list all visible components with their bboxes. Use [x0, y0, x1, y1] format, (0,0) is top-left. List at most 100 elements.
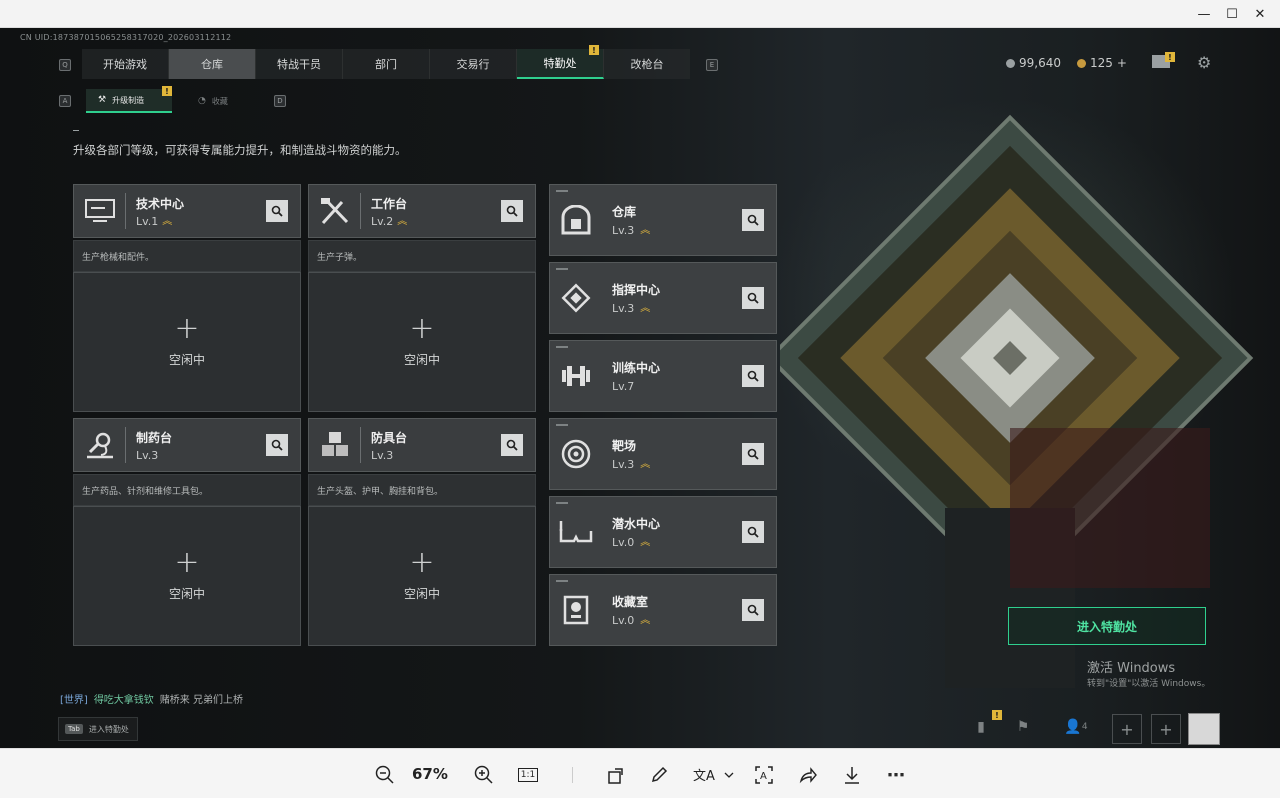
idle-slot[interactable]: + 空闲中: [73, 272, 301, 412]
zoom-in-icon[interactable]: [471, 762, 497, 788]
tab-special-ops[interactable]: 特勤处 !: [517, 45, 604, 79]
add-gold-button[interactable]: +: [1117, 56, 1127, 70]
tools-icon: [309, 193, 361, 229]
card-header: 技术中心 Lv.1 ︽: [73, 184, 301, 238]
friends-button[interactable]: 👤 4: [1058, 712, 1094, 742]
collection-icon: ◔: [198, 96, 206, 106]
tab-department[interactable]: 部门: [343, 49, 430, 79]
search-icon[interactable]: [501, 434, 523, 456]
enter-special-ops-button[interactable]: 进入特勤处: [1008, 607, 1206, 645]
chat-channel: [世界]: [60, 695, 88, 706]
tab-trading[interactable]: 交易行: [430, 49, 517, 79]
subtab-upgrade[interactable]: ⚒ 升级制造: [86, 89, 172, 113]
tab-operators[interactable]: 特战干员: [256, 49, 343, 79]
level-up-icon: ︽: [640, 459, 651, 470]
tab-warehouse[interactable]: 仓库: [169, 49, 256, 79]
card-header: 工作台 Lv.2 ︽: [308, 184, 536, 238]
player-uid: CN UID:1873870150652583170​20_2026031121…: [20, 33, 232, 42]
search-icon[interactable]: [266, 434, 288, 456]
card-collection-room[interactable]: 收藏室 Lv.0 ︽: [549, 574, 777, 646]
toolbar-divider: [572, 767, 573, 783]
card-title: 技术中心: [136, 196, 185, 211]
card-title: 制药台: [136, 430, 173, 445]
plus-icon: +: [409, 310, 435, 346]
chat-message: 赌桥来 兄弟们上桥: [159, 695, 243, 706]
rotate-icon[interactable]: [603, 762, 629, 788]
subtab-alert-badge: !: [162, 86, 172, 96]
upgrade-icon: ⚒: [98, 95, 107, 105]
tab-hint-label: 进入特勤处: [88, 724, 129, 734]
search-icon[interactable]: [742, 365, 764, 387]
more-options-icon[interactable]: ⋯: [883, 762, 909, 788]
edit-icon[interactable]: [646, 762, 672, 788]
card-level: Lv.0: [612, 536, 635, 549]
search-icon[interactable]: [742, 443, 764, 465]
card-level: Lv.7: [612, 380, 635, 393]
card-title: 靶场: [612, 439, 637, 453]
avatar[interactable]: [1188, 713, 1220, 745]
trophy-icon: [550, 574, 602, 646]
card-header: 制药台 Lv.3: [73, 418, 301, 472]
gear-icon[interactable]: ⚙: [1197, 53, 1211, 72]
gold-coin-icon: [1077, 58, 1086, 68]
friends-count: 4: [1081, 722, 1088, 732]
card-title: 收藏室: [612, 595, 649, 609]
flag-icon[interactable]: ⚑: [1008, 712, 1038, 742]
actual-size-button[interactable]: 1:1: [515, 762, 541, 788]
share-icon[interactable]: [795, 762, 821, 788]
card-workbench: 工作台 Lv.2 ︽ 生产子弹。 + 空闲中: [308, 184, 536, 412]
card-command-center[interactable]: 指挥中心 Lv.3 ︽: [549, 262, 777, 334]
card-title: 仓库: [612, 205, 637, 219]
goggles-icon: [550, 496, 602, 568]
search-icon[interactable]: [742, 287, 764, 309]
search-icon[interactable]: [742, 209, 764, 231]
gold-currency[interactable]: 125 +: [1077, 56, 1127, 70]
plus-icon: +: [174, 544, 200, 580]
chip-icon: [550, 262, 602, 334]
add-teammate-button-2[interactable]: +: [1151, 714, 1181, 744]
card-title: 工作台: [371, 196, 408, 211]
chat-user[interactable]: 得吃大拿钱钦: [94, 691, 154, 706]
card-diving-center[interactable]: 潜水中心 Lv.0 ︽: [549, 496, 777, 568]
svg-text:文A: 文A: [693, 769, 715, 784]
close-button[interactable]: ✕: [1240, 0, 1280, 28]
card-warehouse[interactable]: 仓库 Lv.3 ︽: [549, 184, 777, 256]
dumbbell-icon: [550, 340, 602, 412]
search-icon[interactable]: [742, 521, 764, 543]
card-tag: [556, 580, 568, 582]
alert-badge: !: [589, 45, 599, 55]
main-tab-bar: 开始游戏 仓库 特战干员 部门 交易行 特勤处 ! 改枪台: [82, 45, 690, 79]
tab-gunsmith[interactable]: 改枪台: [604, 49, 690, 79]
card-training-center[interactable]: 训练中心 Lv.7: [549, 340, 777, 412]
search-icon[interactable]: [742, 599, 764, 621]
idle-slot[interactable]: + 空闲中: [73, 506, 301, 646]
chat-line[interactable]: [世界] 得吃大拿钱钦 赌桥来 兄弟们上桥: [60, 691, 243, 706]
friends-icon: 👤: [1064, 719, 1082, 735]
tab-key-hint[interactable]: Tab 进入特勤处: [58, 717, 138, 741]
search-icon[interactable]: [266, 200, 288, 222]
card-tech-center: 技术中心 Lv.1 ︽ 生产枪械和配件。 + 空闲中: [73, 184, 301, 412]
card-title: 指挥中心: [612, 283, 661, 297]
card-level: Lv.1: [136, 214, 159, 228]
search-icon[interactable]: [501, 200, 523, 222]
cubes-icon: [309, 427, 361, 463]
key-hint-d: D: [274, 95, 286, 107]
idle-slot[interactable]: + 空闲中: [308, 506, 536, 646]
tab-start-game[interactable]: 开始游戏: [82, 49, 169, 79]
key-hint-a: A: [59, 95, 71, 107]
card-shooting-range[interactable]: 靶场 Lv.3 ︽: [549, 418, 777, 490]
plus-icon: +: [174, 310, 200, 346]
text-recognition-icon[interactable]: A: [751, 762, 777, 788]
translate-icon[interactable]: 文A: [690, 762, 736, 788]
idle-slot[interactable]: + 空闲中: [308, 272, 536, 412]
add-teammate-button[interactable]: +: [1112, 714, 1142, 744]
game-viewport: CN UID:1873870150652583170​20_2026031121…: [0, 28, 1280, 748]
card-title: 训练中心: [612, 361, 661, 375]
card-armor-bench: 防具台 Lv.3 生产头盔、护甲、胸挂和背包。 + 空闲中: [308, 418, 536, 646]
divider: [73, 130, 79, 131]
zoom-out-icon[interactable]: [372, 762, 398, 788]
download-icon[interactable]: [839, 762, 865, 788]
card-tag: [556, 502, 568, 504]
subtab-collection[interactable]: ◔ 收藏: [186, 89, 266, 113]
card-description: 生产头盔、护甲、胸挂和背包。: [308, 474, 536, 506]
